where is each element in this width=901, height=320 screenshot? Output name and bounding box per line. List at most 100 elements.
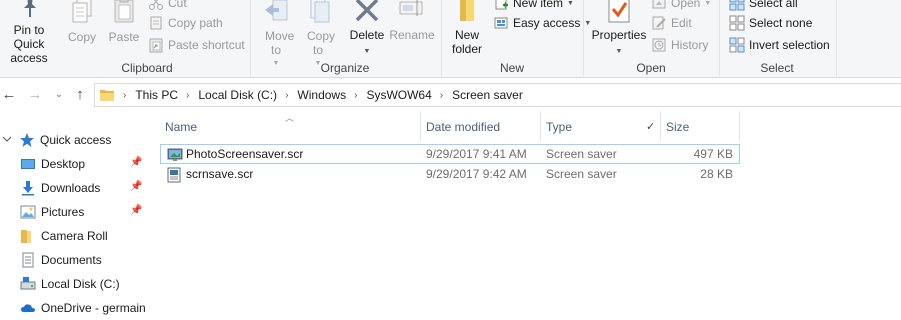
new-folder-label: New folder xyxy=(451,28,483,56)
edit-icon xyxy=(651,15,667,31)
properties-button[interactable]: Properties ▼ xyxy=(591,0,647,59)
folder-icon xyxy=(20,228,36,244)
nav-item-documents[interactable]: Documents xyxy=(20,248,170,272)
nav-item-pictures[interactable]: Pictures xyxy=(20,200,170,224)
breadcrumb-chevron-icon[interactable]: › xyxy=(123,90,126,101)
copy-button[interactable]: Copy xyxy=(64,0,100,44)
easy-access-button[interactable]: Easy access ▼ xyxy=(493,13,591,33)
file-date-modified: 9/29/2017 9:42 AM xyxy=(426,167,527,181)
breadcrumb-syswow64[interactable]: SysWOW64 xyxy=(366,88,431,102)
pin-icon[interactable]: 📌 xyxy=(130,157,142,168)
new-folder-button[interactable]: New folder xyxy=(447,0,487,56)
invert-selection-label: Invert selection xyxy=(749,38,830,52)
nav-item-downloads[interactable]: Downloads xyxy=(20,176,170,200)
copy-path-button[interactable]: Copy path xyxy=(148,13,223,33)
delete-button[interactable]: Delete ▼ xyxy=(348,0,386,59)
nav-item-quick-access[interactable]: Quick access xyxy=(0,128,150,152)
rename-label: Rename xyxy=(389,28,435,42)
delete-label: Delete xyxy=(349,28,385,42)
back-arrow-icon[interactable]: ← xyxy=(0,86,18,104)
column-header-size[interactable]: Size xyxy=(661,115,739,139)
column-header-type[interactable]: Type xyxy=(541,115,661,139)
pin-label: Pin to Quick access xyxy=(10,23,48,65)
cut-button[interactable]: Cut xyxy=(148,0,187,13)
select-group: Select all Select none Invert selection … xyxy=(719,0,839,78)
paste-shortcut-label: Paste shortcut xyxy=(168,38,245,52)
column-header-label: Name xyxy=(165,120,198,134)
copy-path-icon xyxy=(148,15,164,31)
new-item-label: New item xyxy=(513,0,564,10)
nav-item-desktop[interactable]: Desktop xyxy=(20,152,170,176)
file-type: Screen saver xyxy=(546,167,617,181)
breadcrumb-chevron-icon[interactable]: › xyxy=(354,90,357,101)
breadcrumb-chevron-icon[interactable]: › xyxy=(440,90,443,101)
pin-icon[interactable]: 📌 xyxy=(130,181,142,192)
table-row[interactable]: PhotoScreensaver.scr 9/29/2017 9:41 AM S… xyxy=(160,144,740,164)
paste-shortcut-icon xyxy=(148,37,164,53)
copy-to-label: Copy to xyxy=(307,29,336,57)
pin-icon[interactable]: 📌 xyxy=(130,205,142,216)
file-type: Screen saver xyxy=(546,147,617,161)
breadcrumb-local-disk[interactable]: Local Disk (C:) xyxy=(198,88,277,102)
new-item-dropdown-icon: ▼ xyxy=(567,0,574,7)
downloads-icon xyxy=(20,180,36,196)
up-arrow-icon[interactable]: ↑ xyxy=(71,86,89,104)
file-list: ︿ Name Date modified Type ✓ Size PhotoSc… xyxy=(160,111,901,320)
open-button[interactable]: Open ▼ xyxy=(651,0,711,13)
select-all-button[interactable]: Select all xyxy=(729,0,798,13)
desktop-folder-icon xyxy=(20,156,36,172)
cloud-icon xyxy=(20,300,36,316)
breadcrumb-chevron-icon[interactable]: › xyxy=(186,90,189,101)
select-none-button[interactable]: Select none xyxy=(729,13,812,33)
folder-icon xyxy=(100,90,114,101)
ribbon: Pin to Quick access Copy Paste Cut Copy … xyxy=(0,0,901,78)
edit-button[interactable]: Edit xyxy=(651,13,692,33)
paste-icon xyxy=(114,0,134,23)
invert-selection-icon xyxy=(729,37,745,53)
navigation-pane: Quick access Desktop 📌 Downloads 📌 Pictu… xyxy=(0,111,150,320)
paste-shortcut-button[interactable]: Paste shortcut xyxy=(148,35,245,55)
file-size: 497 KB xyxy=(693,147,733,161)
nav-item-local-disk[interactable]: Local Disk (C:) xyxy=(20,272,170,296)
breadcrumb-this-pc[interactable]: This PC xyxy=(135,88,178,102)
new-item-button[interactable]: New item ▼ xyxy=(493,0,574,13)
breadcrumb-screen-saver[interactable]: Screen saver xyxy=(452,88,523,102)
address-row: ← → ⌄ ↑ › This PC › Local Disk (C:) › Wi… xyxy=(0,79,901,111)
open-file-icon xyxy=(651,0,667,11)
invert-selection-button[interactable]: Invert selection xyxy=(729,35,830,55)
rename-button[interactable]: Rename xyxy=(388,0,436,42)
column-divider[interactable] xyxy=(739,111,740,141)
open-label: Open xyxy=(671,0,701,10)
nav-item-label: Documents xyxy=(41,253,102,267)
screensaver-file-icon xyxy=(167,167,181,183)
file-name: scrnsave.scr xyxy=(186,167,254,181)
address-bar[interactable]: › This PC › Local Disk (C:) › Windows › … xyxy=(94,83,901,107)
recent-locations-chevron-icon[interactable]: ⌄ xyxy=(50,86,68,104)
filter-check-icon[interactable]: ✓ xyxy=(646,120,655,133)
column-header-label: Type xyxy=(546,120,573,134)
nav-item-onedrive[interactable]: OneDrive - germain xyxy=(20,296,170,320)
edit-label: Edit xyxy=(671,16,692,30)
column-header-name[interactable]: Name xyxy=(160,115,420,139)
column-header-label: Date modified xyxy=(426,120,501,134)
breadcrumb-windows[interactable]: Windows xyxy=(297,88,346,102)
pin-to-quick-access-button[interactable]: Pin to Quick access xyxy=(0,0,60,65)
properties-icon xyxy=(608,0,630,23)
history-button[interactable]: History xyxy=(651,35,708,55)
file-name: PhotoScreensaver.scr xyxy=(186,147,304,161)
copy-icon xyxy=(72,0,92,23)
paste-button[interactable]: Paste xyxy=(104,0,144,44)
expand-chevron-icon[interactable] xyxy=(0,132,14,148)
breadcrumb-chevron-icon[interactable]: › xyxy=(285,90,288,101)
new-group: New folder New item ▼ Easy access ▼ New xyxy=(441,0,591,78)
pictures-icon xyxy=(20,204,36,220)
column-header-date-modified[interactable]: Date modified xyxy=(421,115,541,139)
paste-label: Paste xyxy=(108,30,140,44)
new-item-icon xyxy=(493,0,509,11)
organize-group: Move to ▼ Copy to ▼ Delete ▼ Rename Orga… xyxy=(250,0,440,78)
forward-arrow-icon[interactable]: → xyxy=(26,86,44,104)
nav-item-camera-roll[interactable]: Camera Roll xyxy=(20,224,170,248)
delete-dropdown-icon: ▼ xyxy=(363,48,371,55)
table-row[interactable]: scrnsave.scr 9/29/2017 9:42 AM Screen sa… xyxy=(160,165,740,185)
nav-item-label: Desktop xyxy=(41,157,86,171)
